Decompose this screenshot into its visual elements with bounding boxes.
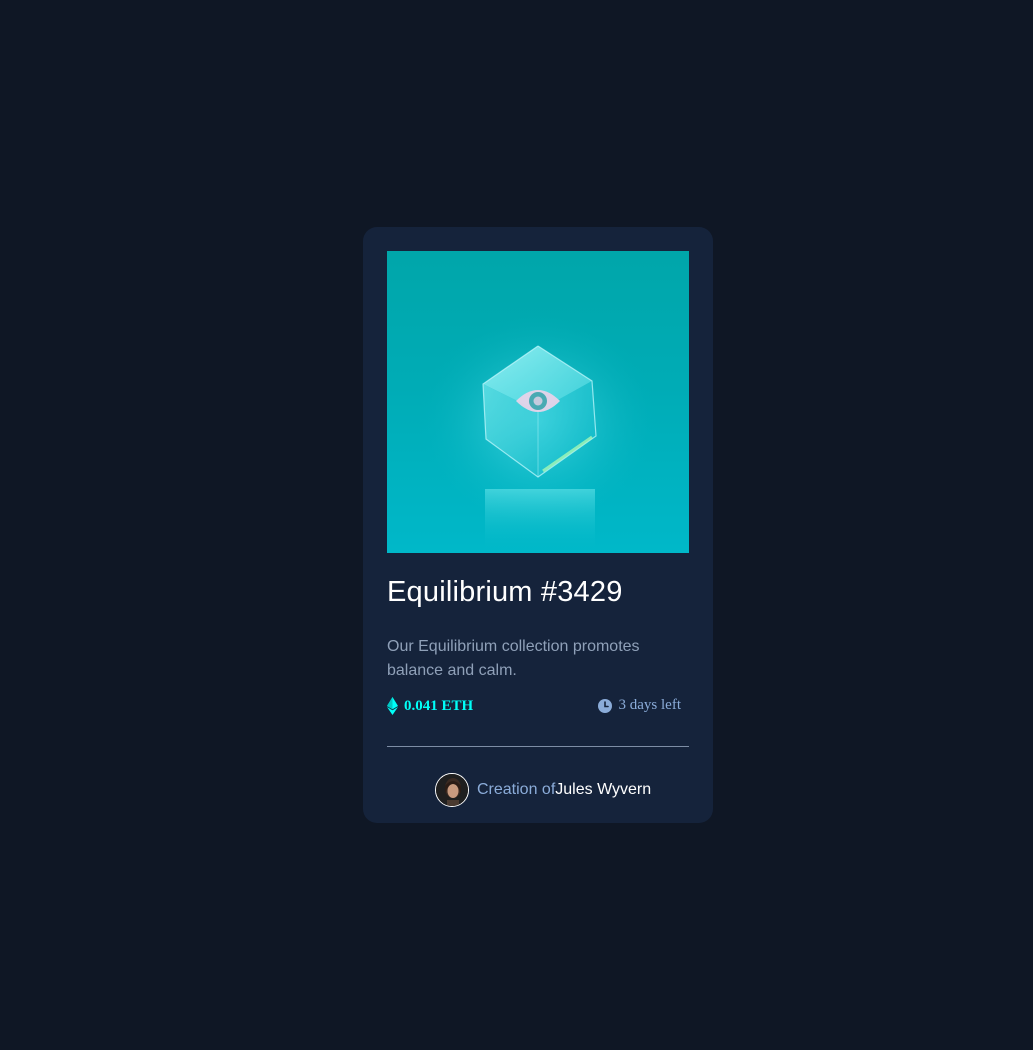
time-left-value: 3 days left <box>618 697 681 713</box>
creator-prefix: Creation of <box>477 781 556 798</box>
nft-description: Our Equilibrium collection promotes bala… <box>387 638 640 679</box>
price-block: 0.041 ETH <box>387 697 473 715</box>
nft-card: Equilibrium #3429 Our Equilibrium collec… <box>363 227 713 823</box>
ethereum-icon <box>387 697 398 715</box>
nft-stats: 0.041 ETH 3 days left <box>387 697 689 719</box>
price-value: 0.041 ETH <box>404 697 474 714</box>
nft-title[interactable]: Equilibrium #3429 <box>387 576 623 609</box>
cube-illustration <box>418 301 658 553</box>
creator-name-link[interactable]: Jules Wyvern <box>555 781 651 799</box>
avatar-image <box>436 774 468 806</box>
nft-image[interactable] <box>387 251 689 553</box>
time-left-block: 3 days left <box>597 697 681 714</box>
creator-row: Creation of Jules Wyvern <box>435 772 651 808</box>
divider <box>387 746 689 747</box>
avatar <box>435 773 469 807</box>
clock-icon <box>597 698 612 713</box>
